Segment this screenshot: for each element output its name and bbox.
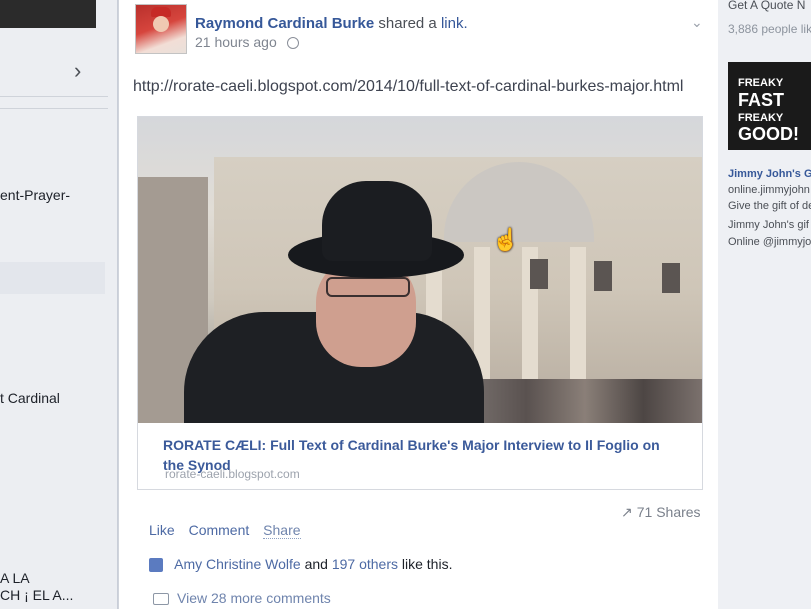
left-sidebar-item-a-la[interactable]: A LA	[0, 570, 30, 586]
link-preview-card[interactable]: ☝ RORATE CÆLI: Full Text of Cardinal Bur…	[137, 116, 703, 490]
left-divider	[0, 96, 108, 97]
post-url-link[interactable]: http://rorate-caeli.blogspot.com/2014/10…	[133, 78, 683, 96]
ad-body-line-1: Give the gift of de	[728, 200, 811, 212]
left-sidebar-strip	[0, 262, 105, 294]
post-action-text: shared a	[378, 15, 437, 32]
ad-line-freaky-1: FREAKY	[738, 77, 784, 89]
post-actions: Like Comment Share	[149, 522, 311, 539]
avatar[interactable]	[135, 4, 187, 54]
left-divider	[0, 108, 108, 109]
comment-bubble-icon	[153, 593, 169, 606]
thumbs-up-icon	[149, 558, 163, 573]
left-sidebar-item-prayer[interactable]: ent-Prayer-	[0, 187, 70, 203]
others-link[interactable]: 197 others	[332, 556, 398, 572]
liker-name-link[interactable]: Amy Christine Wolfe	[174, 556, 301, 572]
link-preview-image[interactable]: ☝	[138, 117, 702, 423]
left-sidebar-item-cardinal[interactable]: t Cardinal	[0, 390, 60, 406]
ad-line-good: GOOD!	[738, 124, 799, 144]
like-button[interactable]: Like	[149, 522, 175, 538]
ad-line-freaky-2: FREAKY	[738, 112, 784, 124]
window-shape	[594, 261, 612, 291]
hat-crown-shape	[322, 181, 432, 261]
ad-domain: online.jimmyjohn	[728, 184, 810, 196]
right-sidebar-heading[interactable]: Get A Quote N	[728, 0, 805, 12]
link-preview-domain: rorate-caeli.blogspot.com	[165, 467, 300, 481]
likes-suffix: like this.	[401, 556, 453, 572]
chevron-down-icon[interactable]: ⌄	[691, 14, 703, 31]
share-arrow-icon: ↗	[621, 504, 633, 520]
ad-body-line-3: Online @jimmyjo	[728, 236, 811, 248]
ad-sponsor-link[interactable]: Jimmy John's G	[728, 168, 811, 180]
shares-count[interactable]: ↗ 71 Shares	[621, 504, 701, 521]
globe-icon	[286, 37, 299, 50]
share-button[interactable]: Share	[263, 522, 301, 539]
window-shape	[662, 263, 680, 293]
news-feed-post: Raymond Cardinal Burke shared a link. 21…	[118, 0, 719, 609]
ad-body-line-2: Jimmy John's gif	[728, 219, 809, 231]
right-sidebar-people-count: 3,886 people lik	[728, 22, 811, 36]
likes-conjunction: and	[304, 556, 328, 572]
left-top-bar	[0, 0, 96, 28]
avatar-face-icon	[153, 16, 169, 32]
ad-image[interactable]: FREAKY FAST FREAKY GOOD!	[728, 62, 811, 150]
left-sidebar-item-ch[interactable]: CH ¡ EL A...	[0, 587, 73, 603]
left-sidebar: › ent-Prayer- t Cardinal A LA CH ¡ EL A.…	[0, 0, 118, 609]
chevron-right-icon[interactable]: ›	[74, 58, 81, 84]
likes-summary: Amy Christine Wolfe and 197 others like …	[149, 556, 453, 573]
shares-count-text: 71 Shares	[636, 504, 701, 520]
post-header: Raymond Cardinal Burke shared a link.	[195, 15, 468, 32]
author-name-link[interactable]: Raymond Cardinal Burke	[195, 15, 374, 32]
post-timestamp[interactable]: 21 hours ago	[195, 34, 299, 50]
right-sidebar: Get A Quote N 3,886 people lik FREAKY FA…	[718, 0, 811, 609]
hand-cursor-icon: ☝	[492, 227, 520, 252]
column-shape	[570, 247, 586, 397]
view-more-comments[interactable]: View 28 more comments	[153, 590, 331, 606]
comment-button[interactable]: Comment	[189, 522, 250, 538]
timestamp-text: 21 hours ago	[195, 34, 277, 50]
crowd-shape	[468, 379, 702, 423]
glasses-shape	[326, 277, 410, 297]
ad-line-fast: FAST	[738, 90, 785, 110]
window-shape	[530, 259, 548, 289]
shared-link-word[interactable]: link.	[441, 15, 468, 32]
view-more-comments-text: View 28 more comments	[177, 590, 331, 606]
